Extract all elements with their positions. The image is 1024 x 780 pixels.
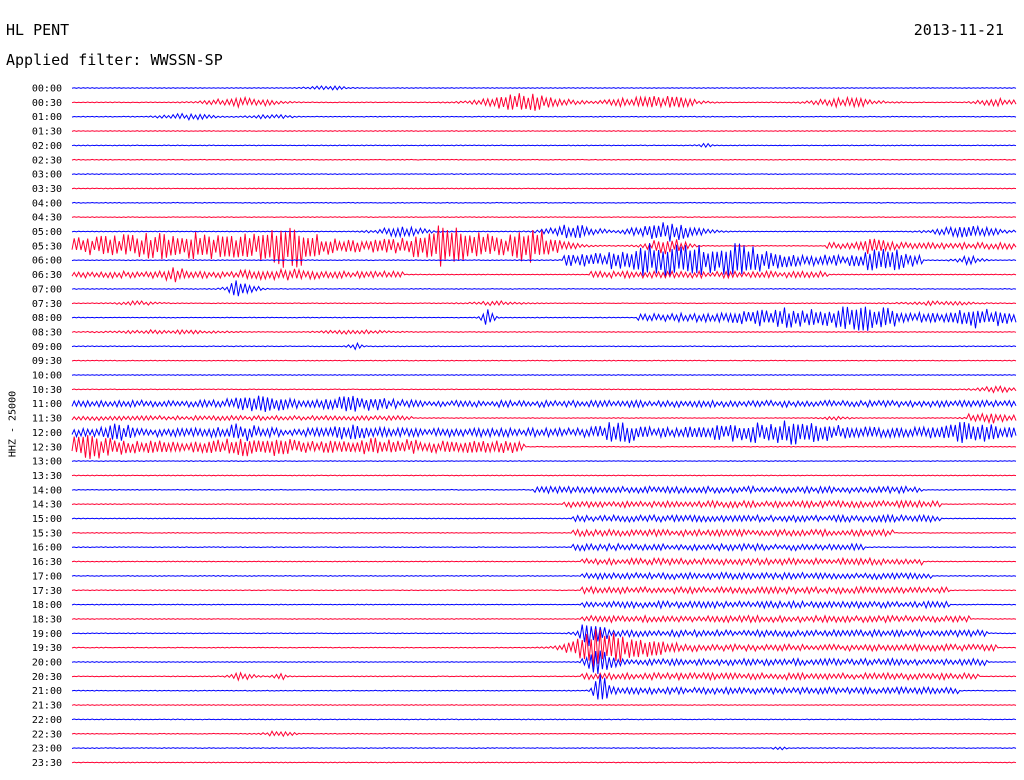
trace-0430 bbox=[71, 216, 1017, 219]
trace-0700 bbox=[71, 280, 1017, 297]
time-tick-label: 04:30 bbox=[32, 213, 62, 224]
time-tick-label: 15:00 bbox=[32, 514, 62, 525]
time-tick-label: 14:00 bbox=[32, 485, 62, 496]
time-tick-label: 15:30 bbox=[32, 528, 62, 539]
time-tick-label: 05:30 bbox=[32, 241, 62, 252]
trace-2330 bbox=[71, 761, 1017, 764]
trace-2230 bbox=[71, 730, 1017, 738]
trace-2130 bbox=[71, 704, 1017, 706]
time-tick-label: 06:30 bbox=[32, 270, 62, 281]
trace-0300 bbox=[71, 173, 1017, 176]
time-tick-label: 16:30 bbox=[32, 557, 62, 568]
time-tick-label: 10:30 bbox=[32, 385, 62, 396]
trace-0130 bbox=[71, 130, 1017, 132]
trace-1730 bbox=[71, 585, 1017, 595]
trace-0230 bbox=[71, 158, 1017, 161]
time-tick-label: 07:30 bbox=[32, 299, 62, 310]
trace-0500 bbox=[71, 222, 1017, 242]
time-tick-label: 00:00 bbox=[32, 84, 62, 95]
time-tick-label: 11:30 bbox=[32, 414, 62, 425]
trace-1700 bbox=[71, 571, 1017, 581]
trace-1100 bbox=[71, 395, 1017, 412]
trace-0930 bbox=[71, 359, 1017, 362]
time-tick-label: 23:30 bbox=[32, 758, 62, 769]
trace-1430 bbox=[71, 499, 1017, 509]
trace-2030 bbox=[71, 671, 1017, 682]
trace-1800 bbox=[71, 599, 1017, 610]
time-tick-label: 09:00 bbox=[32, 342, 62, 353]
trace-0730 bbox=[71, 300, 1017, 307]
time-tick-label: 16:00 bbox=[32, 543, 62, 554]
trace-0100 bbox=[71, 112, 1017, 122]
time-tick-label: 04:00 bbox=[32, 198, 62, 209]
trace-0200 bbox=[71, 142, 1017, 149]
trace-0630 bbox=[71, 267, 1017, 283]
helicorder-page: HL PENT 2013-11-21 Applied filter: WWSSN… bbox=[0, 0, 1024, 780]
time-tick-label: 00:30 bbox=[32, 98, 62, 109]
time-tick-label: 21:00 bbox=[32, 686, 62, 697]
trace-1830 bbox=[71, 614, 1017, 624]
time-tick-label: 01:00 bbox=[32, 112, 62, 123]
trace-1130 bbox=[71, 412, 1017, 425]
time-tick-label: 19:00 bbox=[32, 629, 62, 640]
trace-0900 bbox=[71, 341, 1017, 351]
trace-1630 bbox=[71, 556, 1017, 567]
time-tick-label: 14:30 bbox=[32, 500, 62, 511]
trace-1000 bbox=[71, 374, 1017, 376]
trace-2300 bbox=[71, 746, 1017, 751]
time-tick-label: 07:00 bbox=[32, 284, 62, 295]
time-tick-label: 22:00 bbox=[32, 715, 62, 726]
trace-1900 bbox=[71, 624, 1017, 647]
time-tick-label: 18:30 bbox=[32, 614, 62, 625]
time-tick-label: 10:00 bbox=[32, 371, 62, 382]
trace-1600 bbox=[71, 542, 1017, 553]
trace-2100 bbox=[71, 674, 1017, 700]
trace-1500 bbox=[71, 513, 1017, 524]
time-tick-label: 08:30 bbox=[32, 327, 62, 338]
time-tick-label: 06:00 bbox=[32, 256, 62, 267]
trace-1530 bbox=[71, 528, 1017, 538]
time-tick-label: 19:30 bbox=[32, 643, 62, 654]
time-tick-label: 20:00 bbox=[32, 658, 62, 669]
time-tick-label: 18:00 bbox=[32, 600, 62, 611]
trace-0830 bbox=[71, 328, 1017, 336]
seismogram-plot: 00:00 00:30 01:00 01:30 02:00 02:30 03:00 03:30… bbox=[32, 84, 1017, 769]
trace-1330 bbox=[71, 474, 1017, 477]
time-tick-label: 13:30 bbox=[32, 471, 62, 482]
time-tick-label: 20:30 bbox=[32, 672, 62, 683]
trace-0030 bbox=[71, 93, 1017, 111]
trace-0000 bbox=[71, 85, 1017, 91]
trace-1300 bbox=[71, 460, 1017, 463]
trace-1400 bbox=[71, 485, 1017, 495]
time-tick-label: 17:00 bbox=[32, 571, 62, 582]
time-tick-label: 23:00 bbox=[32, 744, 62, 755]
time-tick-label: 02:00 bbox=[32, 141, 62, 152]
time-tick-label: 01:30 bbox=[32, 127, 62, 138]
time-tick-label: 12:00 bbox=[32, 428, 62, 439]
time-tick-label: 11:00 bbox=[32, 399, 62, 410]
trace-1030 bbox=[71, 385, 1017, 394]
time-tick-label: 17:30 bbox=[32, 586, 62, 597]
time-tick-label: 13:00 bbox=[32, 457, 62, 468]
trace-2000 bbox=[71, 650, 1017, 674]
time-tick-label: 02:30 bbox=[32, 155, 62, 166]
time-tick-label: 12:30 bbox=[32, 442, 62, 453]
time-tick-label: 05:00 bbox=[32, 227, 62, 238]
time-tick-label: 09:30 bbox=[32, 356, 62, 367]
trace-1230 bbox=[71, 435, 1017, 459]
trace-2200 bbox=[71, 718, 1017, 721]
trace-0800 bbox=[71, 306, 1017, 331]
time-tick-label: 21:30 bbox=[32, 701, 62, 712]
time-tick-label: 22:30 bbox=[32, 729, 62, 740]
time-tick-label: 08:00 bbox=[32, 313, 62, 324]
trace-0400 bbox=[71, 201, 1017, 204]
time-tick-label: 03:30 bbox=[32, 184, 62, 195]
time-tick-label: 03:00 bbox=[32, 170, 62, 181]
trace-0330 bbox=[71, 187, 1017, 190]
trace-0530 bbox=[71, 225, 1017, 268]
